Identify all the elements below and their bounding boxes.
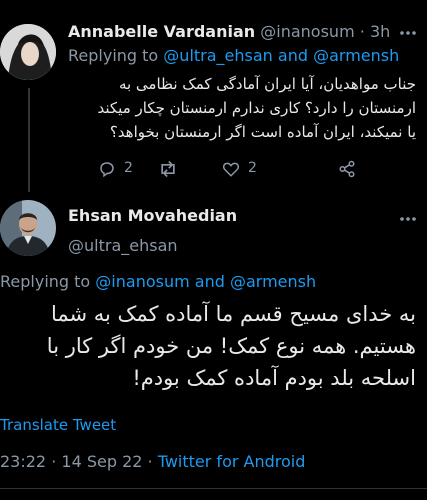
main-text-line: هستیم. همه نوع کمک! من خودم اگر کار با <box>46 334 416 358</box>
replying-and: and <box>194 272 225 291</box>
replying-to-prefix: Replying to <box>68 46 159 65</box>
tweet-source-link[interactable]: Twitter for Android <box>158 452 306 471</box>
divider <box>0 488 427 489</box>
like-icon[interactable] <box>222 160 240 178</box>
mention-armensh[interactable]: @armensh <box>313 46 399 65</box>
reply-text-line: ارمنستان را دارد؟ کاری ندارم ارمنستان چک… <box>97 99 416 117</box>
main-text-line: به خدای مسیح قسم ما آماده کمک به شما <box>50 302 416 326</box>
thread-line <box>28 88 30 192</box>
share-icon[interactable] <box>338 160 356 178</box>
replying-to-prefix: Replying to <box>0 272 91 291</box>
reply-author-name[interactable]: Annabelle Vardanian <box>68 22 255 41</box>
main-handle[interactable]: @ultra_ehsan <box>68 236 178 255</box>
main-author-name[interactable]: Ehsan Movahedian <box>68 206 237 225</box>
reply-replying-to: Replying to @ultra_ehsan and @armensh <box>68 46 399 65</box>
reply-icon[interactable] <box>98 160 116 178</box>
tweet-date[interactable]: 14 Sep 22 <box>61 452 142 471</box>
reply-count: 2 <box>124 160 133 176</box>
reply-text-line: جناب مواهدیان، آیا ایران آمادگی کمک نظام… <box>118 75 416 93</box>
reply-handle[interactable]: @inanosum <box>260 22 354 41</box>
main-text-line: اسلحه بلد بودم آماده کمک بودم! <box>132 366 416 390</box>
main-tweet-text: به خدای مسیح قسم ما آماده کمک به شما هست… <box>6 298 416 394</box>
meta-dot: · <box>147 452 153 471</box>
more-options-icon[interactable] <box>400 30 416 36</box>
tweet-time[interactable]: 23:22 <box>0 452 46 471</box>
mention-inanosum[interactable]: @inanosum <box>95 272 189 291</box>
more-options-icon[interactable] <box>400 216 416 222</box>
like-count: 2 <box>248 160 257 176</box>
meta-dot: · <box>51 452 57 471</box>
avatar-ehsan[interactable] <box>0 200 56 256</box>
reply-text-line: یا نمیکند، ایران آماده است اگر ارمنستان … <box>109 123 416 141</box>
retweet-icon[interactable] <box>158 160 178 178</box>
mention-armensh[interactable]: @armensh <box>230 272 316 291</box>
reply-separator: · <box>359 22 365 41</box>
tweet-meta: 23:22 · 14 Sep 22 · Twitter for Android <box>0 452 305 471</box>
translate-tweet-link[interactable]: Translate Tweet <box>0 416 116 434</box>
mention-ultra-ehsan[interactable]: @ultra_ehsan <box>163 46 273 65</box>
main-replying-to: Replying to @inanosum and @armensh <box>0 272 316 291</box>
reply-tweet-text: جناب مواهدیان، آیا ایران آمادگی کمک نظام… <box>66 72 416 144</box>
reply-time[interactable]: 3h <box>370 22 390 41</box>
replying-and: and <box>277 46 309 65</box>
avatar-annabelle[interactable] <box>0 24 56 80</box>
